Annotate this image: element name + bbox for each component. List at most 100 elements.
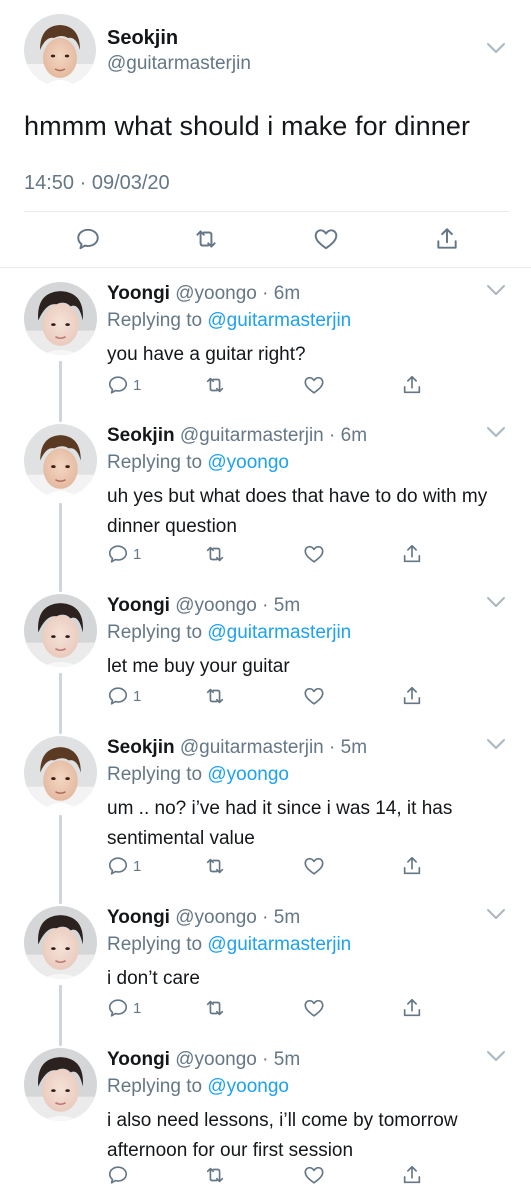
like-button[interactable]: [303, 855, 325, 877]
reply-icon: [107, 997, 129, 1019]
tweet-timestamp[interactable]: 14:50 · 09/03/20: [24, 172, 170, 195]
author-name[interactable]: Seokjin: [107, 425, 175, 446]
author-name[interactable]: Yoongi: [107, 1049, 170, 1070]
reply-tweet[interactable]: Seokjin @guitarmasterjin · 5m Replying t…: [0, 736, 531, 904]
like-button[interactable]: [303, 374, 325, 396]
like-button[interactable]: [303, 997, 325, 1019]
avatar[interactable]: [24, 14, 96, 86]
replying-to-label: Replying to: [107, 452, 208, 473]
share-icon: [401, 855, 423, 877]
replying-to-label: Replying to: [107, 1076, 208, 1097]
retweet-button[interactable]: [204, 997, 226, 1019]
retweet-button[interactable]: [204, 855, 226, 877]
replying-to-link[interactable]: @guitarmasterjin: [207, 934, 351, 955]
author-name[interactable]: Yoongi: [107, 595, 170, 616]
avatar[interactable]: [24, 424, 97, 497]
avatar-photo: [24, 736, 97, 809]
share-icon[interactable]: [434, 226, 460, 252]
author-handle[interactable]: @guitarmasterjin: [180, 425, 324, 446]
reply-tweet[interactable]: Yoongi @yoongo · 5m Replying to @yoongo …: [0, 1048, 531, 1200]
avatar-photo: [24, 14, 96, 86]
reply-header: Seokjin @guitarmasterjin · 6m: [107, 425, 367, 447]
dot-separator: ·: [256, 595, 274, 616]
retweet-button[interactable]: [204, 543, 226, 565]
share-button[interactable]: [401, 1164, 423, 1186]
reply-button[interactable]: 1: [107, 855, 141, 877]
reply-time[interactable]: 6m: [341, 425, 367, 446]
share-icon: [401, 543, 423, 565]
share-button[interactable]: [401, 543, 423, 565]
reply-tweet[interactable]: Yoongi @yoongo · 5m Replying to @guitarm…: [0, 594, 531, 734]
chevron-down-icon[interactable]: [486, 426, 506, 438]
retweet-button[interactable]: [204, 374, 226, 396]
author-name[interactable]: Yoongi: [107, 283, 170, 304]
retweet-icon: [204, 1164, 226, 1186]
reply-button[interactable]: 1: [107, 685, 141, 707]
replying-to-link[interactable]: @guitarmasterjin: [207, 310, 351, 331]
share-button[interactable]: [401, 855, 423, 877]
author-name[interactable]: Yoongi: [107, 907, 170, 928]
tweet-text: hmmm what should i make for dinner: [24, 111, 471, 141]
retweet-icon: [204, 685, 226, 707]
replying-to-link[interactable]: @yoongo: [207, 1076, 289, 1097]
author-handle[interactable]: @guitarmasterjin: [180, 737, 324, 758]
avatar[interactable]: [24, 1048, 97, 1121]
share-button[interactable]: [401, 374, 423, 396]
chevron-down-icon[interactable]: [486, 738, 506, 750]
share-icon: [401, 1164, 423, 1186]
replying-to-link[interactable]: @yoongo: [207, 452, 289, 473]
retweet-icon: [204, 997, 226, 1019]
reply-tweet[interactable]: Yoongi @yoongo · 6m Replying to @guitarm…: [0, 282, 531, 422]
reply-button[interactable]: [107, 1164, 133, 1186]
reply-icon[interactable]: [75, 226, 101, 252]
share-button[interactable]: [401, 997, 423, 1019]
reply-button[interactable]: 1: [107, 997, 141, 1019]
reply-button[interactable]: 1: [107, 374, 141, 396]
replying-to-link[interactable]: @guitarmasterjin: [207, 622, 351, 643]
chevron-down-icon[interactable]: [486, 42, 506, 54]
chevron-down-icon[interactable]: [486, 908, 506, 920]
avatar[interactable]: [24, 736, 97, 809]
action-bar: 1: [107, 997, 427, 1021]
author-handle[interactable]: @yoongo: [175, 595, 257, 616]
main-tweet[interactable]: Seokjin @guitarmasterjin hmmm what shoul…: [0, 0, 531, 268]
like-button[interactable]: [303, 543, 325, 565]
divider: [24, 211, 509, 212]
retweet-icon[interactable]: [193, 226, 219, 252]
author-name[interactable]: Seokjin: [107, 27, 178, 50]
reply-tweet[interactable]: Yoongi @yoongo · 5m Replying to @guitarm…: [0, 906, 531, 1046]
reply-icon: [107, 543, 129, 565]
author-handle[interactable]: @yoongo: [175, 283, 257, 304]
reply-time[interactable]: 5m: [274, 595, 300, 616]
author-name[interactable]: Seokjin: [107, 737, 175, 758]
author-handle[interactable]: @yoongo: [175, 907, 257, 928]
chevron-down-icon[interactable]: [486, 596, 506, 608]
replying-to-label: Replying to: [107, 934, 208, 955]
like-button[interactable]: [303, 1164, 325, 1186]
chevron-down-icon[interactable]: [486, 1050, 506, 1062]
retweet-button[interactable]: [204, 685, 226, 707]
reply-tweet[interactable]: Seokjin @guitarmasterjin · 6m Replying t…: [0, 424, 531, 592]
reply-time[interactable]: 6m: [274, 283, 300, 304]
replying-to: Replying to @yoongo: [107, 1076, 289, 1098]
chevron-down-icon[interactable]: [486, 284, 506, 296]
like-icon[interactable]: [313, 226, 339, 252]
avatar-photo: [24, 282, 97, 355]
retweet-button[interactable]: [204, 1164, 226, 1186]
reply-time[interactable]: 5m: [341, 737, 367, 758]
avatar[interactable]: [24, 594, 97, 667]
reply-text: uh yes but what does that have to do wit…: [107, 486, 488, 537]
share-button[interactable]: [401, 685, 423, 707]
author-handle[interactable]: @guitarmasterjin: [107, 53, 251, 75]
reply-time[interactable]: 5m: [274, 907, 300, 928]
like-button[interactable]: [303, 685, 325, 707]
reply-header: Seokjin @guitarmasterjin · 5m: [107, 737, 367, 759]
author-handle[interactable]: @yoongo: [175, 1049, 257, 1070]
reply-button[interactable]: 1: [107, 543, 141, 565]
reply-count: 1: [133, 999, 142, 1017]
reply-header: Yoongi @yoongo · 5m: [107, 1049, 300, 1071]
avatar[interactable]: [24, 906, 97, 979]
avatar[interactable]: [24, 282, 97, 355]
replying-to-link[interactable]: @yoongo: [207, 764, 289, 785]
reply-time[interactable]: 5m: [274, 1049, 300, 1070]
